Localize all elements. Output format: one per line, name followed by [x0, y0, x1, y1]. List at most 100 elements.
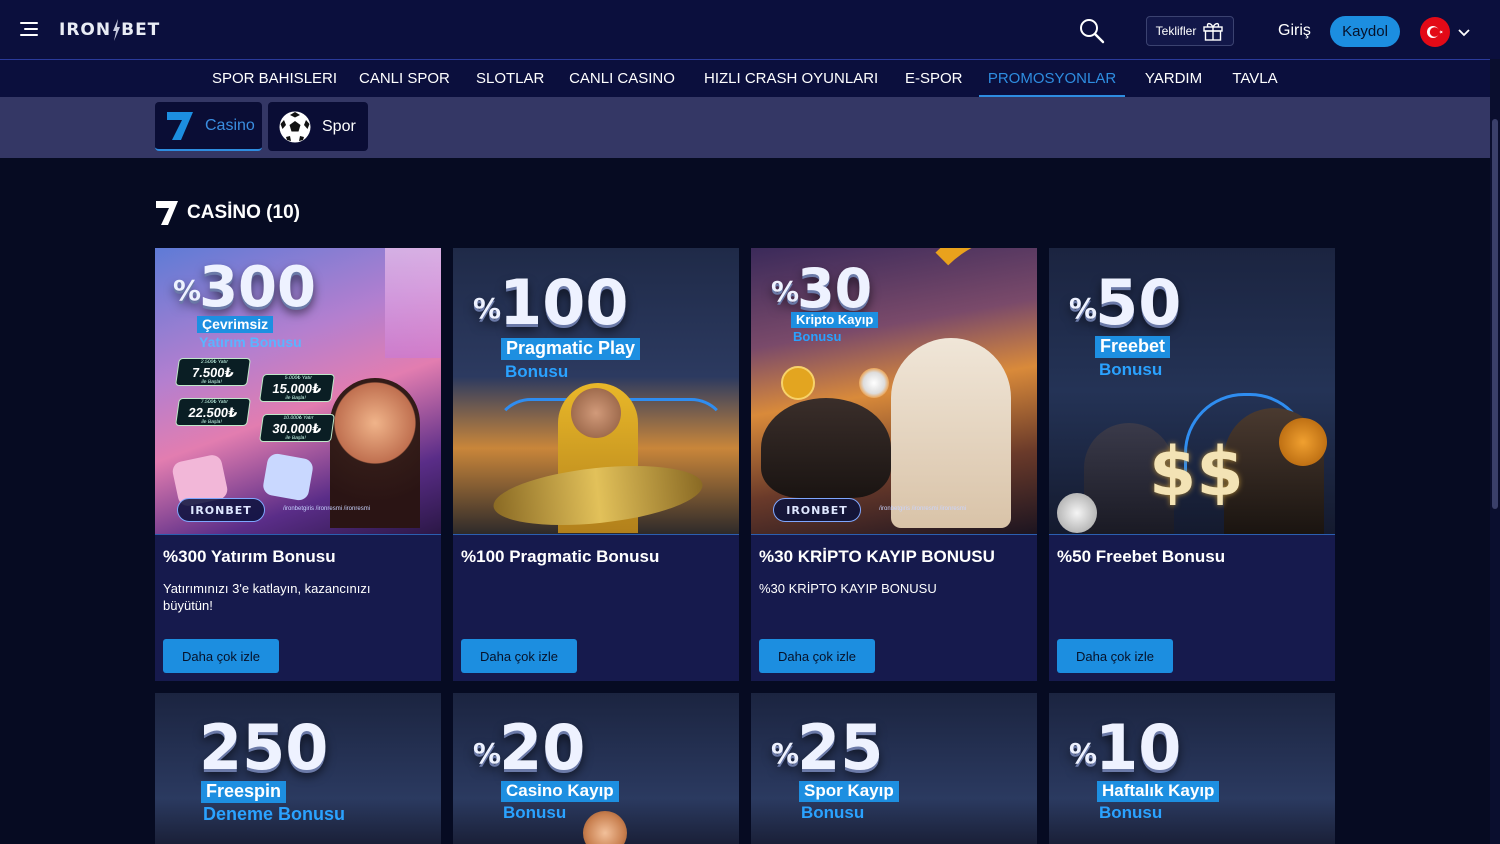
promo-subtitle: Bonusu — [793, 329, 842, 344]
seven-icon — [167, 111, 193, 140]
model-figure — [583, 811, 627, 844]
promo-label: Haftalık Kayıp — [1097, 781, 1220, 802]
more-button[interactable]: Daha çok izle — [163, 639, 279, 673]
promo-card: 250 Freespin Deneme Bonusu — [155, 693, 441, 844]
more-button[interactable]: Daha çok izle — [461, 639, 577, 673]
promo-image[interactable]: %300 Çevrimsiz Yatırım Bonusu 2.500₺ Yat… — [155, 248, 441, 535]
bull-figure — [761, 398, 891, 498]
promo-card: %25 Spor Kayıp Bonusu — [751, 693, 1037, 844]
promo-label: Casino Kayıp — [501, 781, 619, 802]
promo-subtitle: Bonusu — [503, 803, 567, 822]
promo-subtitle: Yatırım Bonusu — [199, 334, 302, 350]
brand-badge: IRONBET — [773, 498, 861, 522]
seven-icon — [156, 201, 178, 225]
card-body: %50 Freebet Bonusu Daha çok izle — [1049, 535, 1335, 681]
promo-label: Spor Kayıp — [799, 781, 899, 802]
candy-tower — [385, 248, 441, 358]
promo-card: $$ %50 Freebet Bonusu %50 Freebet Bonusu… — [1049, 248, 1335, 681]
crypto-coin-icon — [781, 366, 815, 400]
section-title: CASİNO (10) — [187, 202, 300, 223]
amount-box: 5.000₺ Yatır 15.000₺ ile Başla! — [259, 374, 335, 402]
nav-item-hizli-crash-oyunlari[interactable]: HIZLI CRASH OYUNLARI — [704, 60, 878, 97]
gift-box-blue — [261, 452, 315, 502]
promo-label: Çevrimsiz — [197, 316, 274, 334]
promo-percentage: %30 — [771, 257, 873, 320]
amount-box: 10.000₺ Yatır 30.000₺ ile Başla! — [259, 414, 335, 442]
logo[interactable]: IRON BET — [59, 18, 160, 42]
brand-badge: IRONBET — [177, 498, 265, 522]
card-title: %100 Pragmatic Bonusu — [461, 547, 660, 566]
menu-icon[interactable] — [20, 22, 38, 36]
basketball-icon — [1279, 418, 1327, 466]
promo-subtitle: Bonusu — [505, 362, 569, 381]
top-bar: IRON BET Teklifler Giriş Kaydol — [0, 0, 1500, 59]
promo-subtitle: Bonusu — [801, 803, 865, 822]
dollar-sign-icon: $$ — [1149, 433, 1244, 512]
logo-text-left: IRON — [59, 20, 112, 40]
search-icon[interactable] — [1078, 17, 1106, 45]
scrollbar-thumb[interactable] — [1492, 119, 1498, 509]
nav-item-canli-casino[interactable]: CANLI CASINO — [569, 60, 675, 97]
category-strip: Casino Spor — [0, 97, 1500, 158]
offers-button[interactable]: Teklifler — [1146, 16, 1234, 46]
promo-percentage: %25 — [771, 711, 884, 784]
card-title: %30 KRİPTO KAYIP BONUSU — [759, 547, 995, 566]
card-body: %300 Yatırım Bonusu Yatırımınızı 3'e kat… — [155, 535, 441, 681]
nav-item-e-spor[interactable]: E-SPOR — [905, 60, 963, 97]
tab-casino-label: Casino — [205, 116, 255, 134]
promo-label: Freebet — [1095, 336, 1171, 358]
promo-image[interactable]: %10 Haftalık Kayıp Bonusu — [1049, 693, 1335, 844]
nav-item-slotlar[interactable]: SLOTLAR — [476, 60, 544, 97]
promo-card: %10 Haftalık Kayıp Bonusu — [1049, 693, 1335, 844]
promo-percentage: %50 — [1069, 266, 1182, 339]
scrollbar[interactable] — [1490, 59, 1500, 844]
promo-percentage: %10 — [1069, 711, 1182, 784]
card-title: %300 Yatırım Bonusu — [163, 547, 336, 566]
promo-label: Pragmatic Play — [501, 338, 641, 360]
social-handles: /ironbetgiris /ironresmi /ironresmi — [879, 506, 967, 512]
promo-subtitle: Deneme Bonusu — [203, 804, 346, 824]
logo-bolt-icon — [113, 19, 121, 41]
promo-image[interactable]: %100 Pragmatic Play Bonusu — [453, 248, 739, 535]
offers-label: Teklifler — [1155, 24, 1197, 38]
gift-icon — [1203, 22, 1224, 41]
promo-number: 250 — [199, 711, 329, 784]
nav-item-promosyonlar[interactable]: PROMOSYONLAR — [979, 60, 1125, 97]
nav-item-spor-bahisleri[interactable]: SPOR BAHISLERI — [212, 60, 337, 97]
promo-percentage: %100 — [473, 266, 629, 339]
social-handles: /ironbetgiris /ironresmi /ironresmi — [283, 506, 371, 512]
main-nav: SPOR BAHISLERI CANLI SPOR SLOTLAR CANLI … — [0, 59, 1500, 97]
promo-image[interactable]: 250 Freespin Deneme Bonusu — [155, 693, 441, 844]
promo-card: %300 Çevrimsiz Yatırım Bonusu 2.500₺ Yat… — [155, 248, 441, 681]
nav-item-tavla[interactable]: TAVLA — [1232, 60, 1278, 97]
nav-item-canli-spor[interactable]: CANLI SPOR — [359, 60, 450, 97]
fire-ball-icon — [859, 368, 889, 398]
promo-image[interactable]: %25 Spor Kayıp Bonusu — [751, 693, 1037, 844]
chevron-down-icon[interactable] — [1457, 25, 1471, 37]
more-button[interactable]: Daha çok izle — [1057, 639, 1173, 673]
tab-spor[interactable]: Spor — [268, 102, 368, 151]
turkey-flag-icon[interactable] — [1420, 17, 1450, 47]
card-body: %100 Pragmatic Bonusu Daha çok izle — [453, 535, 739, 681]
section-heading: CASİNO (10) — [155, 200, 300, 226]
promo-label: Freespin — [201, 781, 287, 803]
soccer-ball-icon — [1057, 493, 1097, 533]
tab-spor-label: Spor — [322, 117, 356, 135]
promo-label: Kripto Kayıp — [791, 312, 879, 329]
promo-subtitle: Bonusu — [1099, 803, 1163, 822]
card-title: %50 Freebet Bonusu — [1057, 547, 1226, 566]
promo-subtitle: Bonusu — [1099, 360, 1163, 379]
promo-percentage: %20 — [473, 711, 586, 784]
promo-image[interactable]: $$ %50 Freebet Bonusu — [1049, 248, 1335, 535]
promo-image[interactable]: %30 Kripto Kayıp Bonusu IRONBET /ironbet… — [751, 248, 1037, 535]
register-button[interactable]: Kaydol — [1330, 16, 1400, 47]
promo-image[interactable]: %20 Casino Kayıp Bonusu — [453, 693, 739, 844]
login-button[interactable]: Giriş — [1278, 22, 1311, 40]
soccer-ball-icon — [279, 111, 311, 142]
card-body: %30 KRİPTO KAYIP BONUSU %30 KRİPTO KAYIP… — [751, 535, 1037, 681]
nav-item-yardim[interactable]: YARDIM — [1144, 60, 1203, 97]
logo-text-right: BET — [121, 20, 161, 40]
tab-casino[interactable]: Casino — [155, 102, 262, 151]
more-button[interactable]: Daha çok izle — [759, 639, 875, 673]
card-description: %30 KRİPTO KAYIP BONUSU — [759, 581, 937, 596]
